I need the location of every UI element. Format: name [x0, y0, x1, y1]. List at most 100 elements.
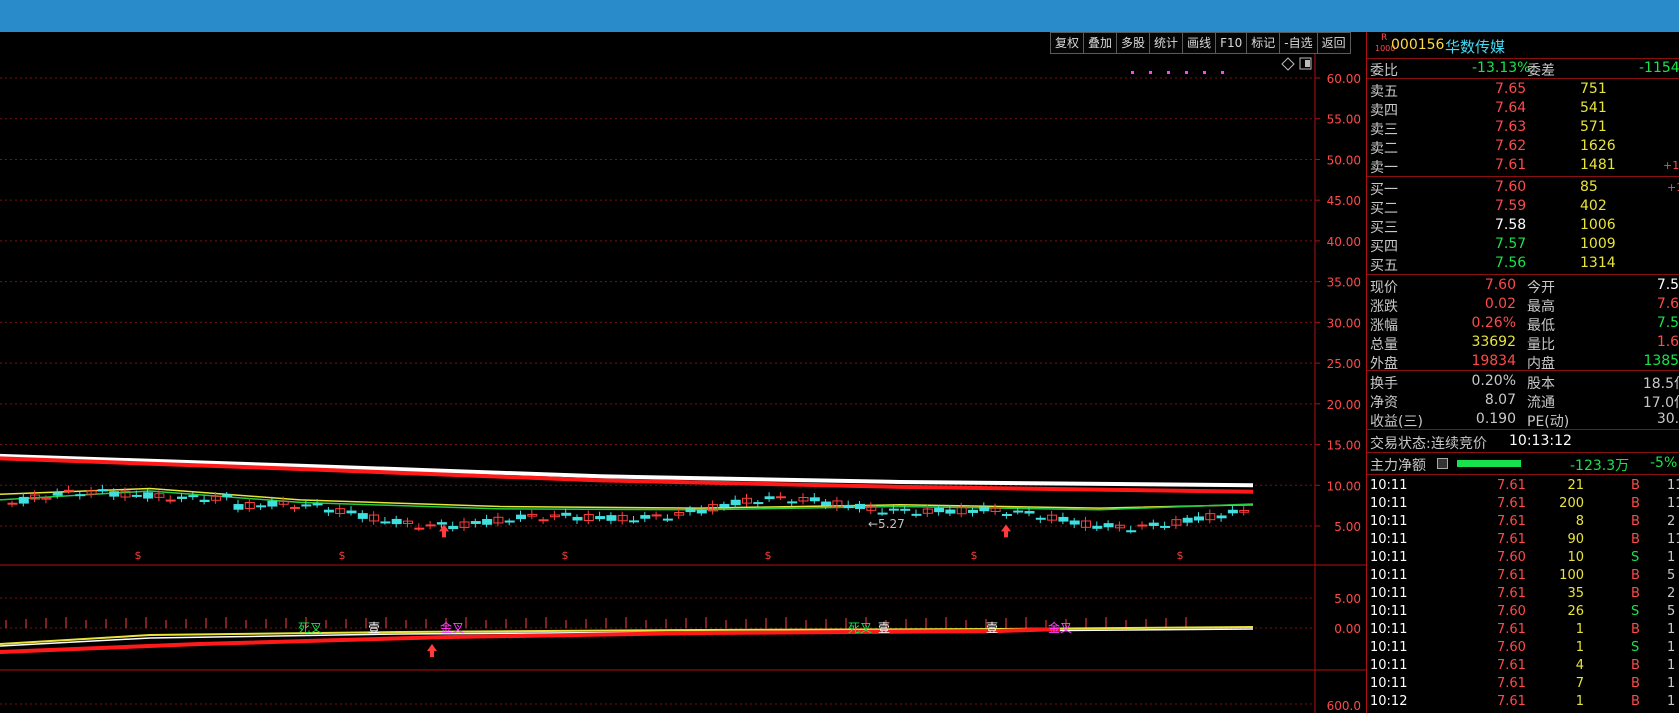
candle-body[interactable] — [945, 509, 956, 514]
candle-body[interactable] — [448, 525, 459, 530]
draw-line-button[interactable]: 画线 — [1182, 32, 1216, 54]
candle-body[interactable] — [199, 499, 210, 503]
candle-body[interactable] — [1035, 517, 1046, 520]
candle-body[interactable] — [7, 502, 18, 505]
candle-body[interactable] — [414, 527, 425, 530]
kline-chart[interactable]: 60.00 55.00 50.00 45.00 40.00 35.00 30.00 25.00… — [0, 54, 1366, 713]
candle-body[interactable] — [188, 495, 199, 498]
candle-body[interactable] — [968, 509, 978, 513]
candle-body[interactable] — [1058, 516, 1069, 522]
quote-label: 涨幅 — [1370, 318, 1398, 334]
candle-body[interactable] — [662, 518, 673, 521]
candle-body[interactable] — [538, 519, 549, 522]
candle-body[interactable] — [109, 491, 120, 497]
candle-body[interactable] — [1092, 525, 1103, 529]
candle-body[interactable] — [934, 507, 945, 513]
fuquan-button[interactable]: 复权 — [1050, 32, 1084, 54]
candle-body[interactable] — [380, 521, 391, 524]
candle-body[interactable] — [64, 489, 74, 492]
candle-body[interactable] — [561, 512, 572, 516]
candle-body[interactable] — [651, 514, 662, 517]
multi-stock-button[interactable]: 多股 — [1116, 32, 1150, 54]
candle-body[interactable] — [1227, 509, 1238, 514]
candle-body[interactable] — [143, 492, 154, 499]
f10-button[interactable]: F10 — [1215, 32, 1247, 54]
candle-body[interactable] — [900, 508, 911, 511]
candle-body[interactable] — [267, 500, 278, 507]
candle-body[interactable] — [1194, 516, 1204, 521]
quote-label: 现价 — [1370, 280, 1398, 296]
candle-body[interactable] — [1160, 525, 1171, 528]
candle-body[interactable] — [787, 501, 798, 504]
candle-body[interactable] — [97, 489, 108, 492]
candle-body[interactable] — [1182, 517, 1193, 523]
candle-body[interactable] — [629, 520, 639, 523]
candle-body[interactable] — [730, 499, 741, 506]
candle-body[interactable] — [1069, 520, 1080, 525]
candle-body[interactable] — [165, 499, 176, 502]
remove-watchlist-button[interactable]: -自选 — [1279, 32, 1317, 54]
candle-body[interactable] — [888, 508, 899, 511]
order-label: 买五 — [1370, 258, 1398, 274]
quote-value: 1.68 — [1656, 334, 1679, 350]
candle-body[interactable] — [504, 520, 515, 523]
candle-body[interactable] — [572, 516, 583, 521]
kline-chart-area[interactable]: 60.00 55.00 50.00 45.00 40.00 35.00 30.00 25.00… — [0, 54, 1366, 713]
candle-body[interactable] — [843, 504, 854, 509]
candle-body[interactable] — [1001, 513, 1012, 516]
candle-body[interactable] — [1126, 530, 1137, 533]
candle-body[interactable] — [809, 497, 820, 502]
statistics-button[interactable]: 统计 — [1149, 32, 1183, 54]
back-button[interactable]: 返回 — [1316, 32, 1351, 54]
candle-body[interactable] — [606, 515, 617, 521]
candle-body[interactable] — [177, 496, 187, 499]
candle-body[interactable] — [877, 512, 888, 515]
candle-body[interactable] — [233, 504, 244, 510]
candle-body[interactable] — [312, 503, 323, 506]
candle-body[interactable] — [640, 515, 651, 519]
candle-body[interactable] — [436, 522, 447, 525]
candle-body[interactable] — [131, 494, 142, 497]
candle-body[interactable] — [1137, 524, 1148, 527]
candle-body[interactable] — [1013, 510, 1024, 513]
mark-button[interactable]: 标记 — [1246, 32, 1280, 54]
candle-body[interactable] — [52, 492, 63, 496]
candle-body[interactable] — [821, 501, 832, 506]
candle-body[interactable] — [696, 509, 707, 514]
candle-body[interactable] — [685, 508, 696, 513]
candle-body[interactable] — [764, 496, 775, 500]
tick-time: 10:11 — [1370, 604, 1408, 619]
candle-body[interactable] — [1216, 515, 1227, 519]
y-tick-label: 10.00 — [1327, 479, 1361, 493]
candle-body[interactable] — [979, 506, 990, 512]
candle-body[interactable] — [855, 503, 865, 509]
tick-count: 2 — [1667, 586, 1676, 601]
candle-body[interactable] — [75, 494, 86, 497]
candle-body[interactable] — [425, 524, 436, 527]
expand-icon[interactable] — [1437, 458, 1448, 469]
candle-body[interactable] — [222, 494, 233, 497]
candle-body[interactable] — [516, 514, 526, 520]
candle-body[interactable] — [18, 496, 29, 504]
candle-body[interactable] — [301, 504, 312, 507]
candle-body[interactable] — [753, 502, 764, 505]
candle-body[interactable] — [595, 516, 606, 520]
candle-body[interactable] — [1148, 522, 1159, 526]
diamond-icon[interactable] — [1281, 57, 1295, 71]
candle-body[interactable] — [290, 506, 300, 509]
candle-body[interactable] — [1024, 511, 1035, 514]
tick-row: 10:11 7.61 200 B 11 — [1367, 495, 1679, 513]
candle-body[interactable] — [256, 505, 267, 508]
candle-body[interactable] — [775, 496, 786, 499]
candle-body[interactable] — [391, 518, 402, 525]
candle-body[interactable] — [1103, 523, 1114, 528]
overlay-button[interactable]: 叠加 — [1083, 32, 1117, 54]
candle-body[interactable] — [357, 513, 368, 519]
candle-body[interactable] — [911, 513, 922, 516]
candle-body[interactable] — [470, 521, 481, 524]
candle-body[interactable] — [346, 510, 357, 514]
candle-body[interactable] — [323, 509, 334, 513]
quote-row: 涨跌 0.02 最高 7.62 — [1367, 295, 1679, 315]
candle-body[interactable] — [719, 503, 730, 508]
candle-body[interactable] — [482, 518, 493, 525]
